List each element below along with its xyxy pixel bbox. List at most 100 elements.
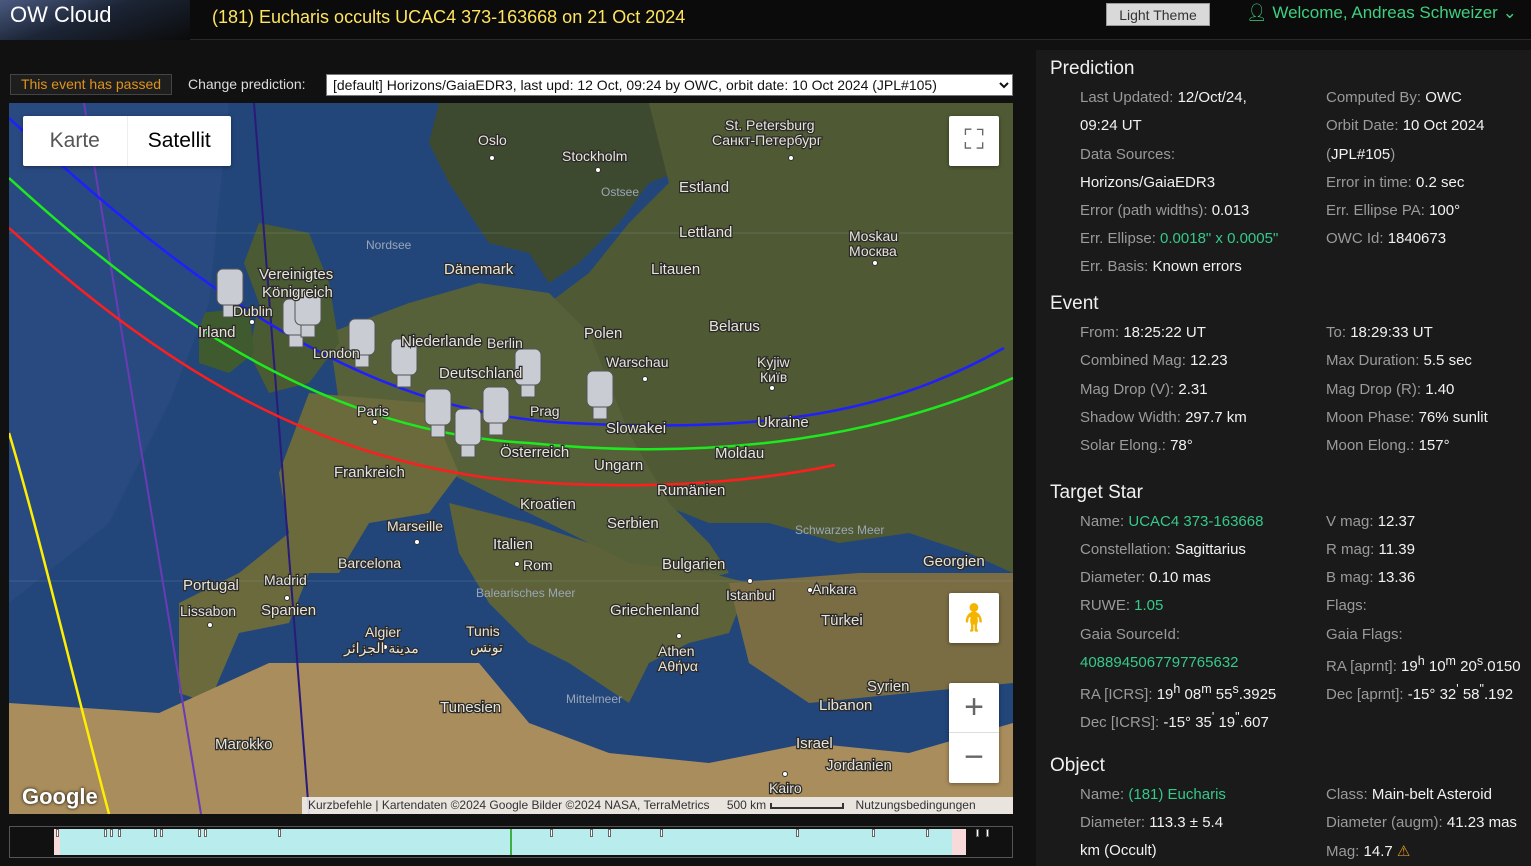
data-sources-row: Data Sources: — [1080, 146, 1175, 163]
error-path-value: 0.013 — [1211, 202, 1250, 219]
ra-aprnt-row: RA [aprnt]: 19h 10m 20s.0150 — [1326, 654, 1521, 675]
timeline-tick[interactable] — [56, 829, 59, 837]
timeline-tick[interactable] — [278, 829, 281, 837]
map-label: Österreich — [500, 443, 569, 461]
map-label: Warschau — [606, 354, 669, 370]
ra-icrs-row: RA [ICRS]: 19h 08m 55s.3925 — [1080, 682, 1276, 703]
map-label: تونس — [470, 639, 503, 656]
timeline-tick[interactable] — [872, 829, 875, 837]
timeline-tick[interactable] — [986, 829, 989, 837]
err-basis-row: Err. Basis: Known errors — [1080, 258, 1242, 275]
welcome-text: Welcome, Andreas Schweizer — [1272, 3, 1498, 22]
ellipse-pa-row: Err. Ellipse PA: 100° — [1326, 202, 1460, 219]
orbit-jpl-link[interactable]: JPL#105 — [1331, 146, 1390, 163]
terms-link[interactable]: Nutzungsbedingungen — [856, 798, 976, 812]
map-label: Syrien — [867, 678, 910, 695]
map-label: Oslo — [478, 132, 507, 148]
section-title-target-star: Target Star — [1050, 482, 1143, 503]
map-label: Prag — [530, 403, 560, 419]
map-label: Berlin — [487, 335, 523, 351]
error-time-label: Error in time: — [1326, 174, 1412, 191]
map-type-karte-button[interactable]: Karte — [23, 116, 127, 166]
map-label: Deutschland — [439, 365, 522, 382]
timeline-tick[interactable] — [160, 829, 163, 837]
timeline-margin-right — [952, 829, 966, 855]
star-bmag-row: B mag: 13.36 — [1326, 569, 1415, 586]
map-label: Türkei — [821, 612, 863, 629]
object-name-link[interactable]: (181) Eucharis — [1128, 786, 1226, 803]
pegman-icon: 🧍︎ — [956, 602, 992, 633]
combined-mag-label: Combined Mag: — [1080, 352, 1186, 369]
star-constellation-label: Constellation: — [1080, 541, 1171, 558]
timeline-tick[interactable] — [204, 829, 207, 837]
last-updated-value: 12/Oct/24, — [1177, 89, 1247, 106]
star-rmag-label: R mag: — [1326, 541, 1375, 558]
ra-icrs-frac: 3925 — [1242, 686, 1277, 703]
star-ruwe-link[interactable]: 1.05 — [1134, 597, 1163, 614]
error-time-value: 0.2 sec — [1416, 174, 1465, 191]
timeline-tick[interactable] — [104, 829, 107, 837]
light-theme-button[interactable]: Light Theme — [1106, 3, 1210, 26]
map-label: Moskau — [849, 228, 898, 244]
last-updated-time-row: 09:24 UT — [1080, 117, 1142, 134]
ra-aprnt-label: RA [aprnt]: — [1326, 658, 1397, 675]
zoom-in-button[interactable]: + — [949, 683, 999, 733]
timeline-tick[interactable] — [926, 829, 929, 837]
ra-icrs-s: 55 — [1215, 686, 1233, 703]
map-label: Kairo — [769, 780, 802, 796]
map-label: Lissabon — [180, 603, 236, 619]
timeline-tick[interactable] — [976, 829, 979, 837]
star-bmag-value: 13.36 — [1377, 569, 1416, 586]
timeline-tick[interactable] — [110, 829, 113, 837]
dec-aprnt-label: Dec [aprnt]: — [1326, 686, 1404, 703]
data-sources-value: Horizons/GaiaEDR3 — [1080, 174, 1216, 191]
timeline-tick[interactable] — [590, 829, 593, 837]
moon-phase-row: Moon Phase: 76% sunlit — [1326, 409, 1488, 426]
timeline-strip[interactable] — [9, 826, 1013, 858]
max-duration-label: Max Duration: — [1326, 352, 1420, 369]
gaia-flags-label: Gaia Flags: — [1326, 626, 1403, 643]
unit-asec: " — [1479, 682, 1484, 696]
scale-label[interactable]: 500 km — [727, 798, 766, 812]
timeline-current-marker[interactable] — [510, 829, 512, 855]
dec-icrs-row: Dec [ICRS]: -15° 35' 19".607 — [1080, 710, 1269, 731]
timeline-tick[interactable] — [796, 829, 799, 837]
map-view[interactable]: Oslo Stockholm St. Petersburg Санкт-Пете… — [9, 103, 1013, 814]
dec-icrs-s: 19 — [1218, 714, 1236, 731]
map-label: Tunesien — [440, 699, 501, 716]
map-label: Polen — [584, 325, 622, 342]
keyboard-shortcuts-link[interactable]: Kurzbefehle — [308, 798, 372, 812]
timeline-tick[interactable] — [660, 829, 663, 837]
gaia-id-link[interactable]: 4088945067797765632 — [1080, 654, 1239, 671]
prediction-select[interactable]: [default] Horizons/GaiaEDR3, last upd: 1… — [326, 74, 1013, 96]
object-diameter-row: Diameter: 113.3 ± 5.4 — [1080, 814, 1223, 831]
timeline-tick[interactable] — [154, 829, 157, 837]
map-data-credit: Kartendaten ©2024 Google Bilder ©2024 NA… — [381, 798, 710, 812]
timeline-tick[interactable] — [608, 829, 611, 837]
mag-drop-r-label: Mag Drop (R): — [1326, 381, 1422, 398]
user-menu[interactable]: 👤︎ Welcome, Andreas Schweizer ⌄ — [1246, 3, 1517, 23]
map-label: Dänemark — [444, 261, 514, 278]
timeline-tick[interactable] — [118, 829, 121, 837]
dec-aprnt-value: -15° 32' 58".192 — [1407, 682, 1514, 703]
map-label: Italien — [493, 536, 533, 553]
warning-icon[interactable]: ⚠ — [1397, 843, 1410, 860]
timeline-tick[interactable] — [550, 829, 553, 837]
fullscreen-button[interactable]: ⛶ — [949, 116, 999, 166]
gaia-id-row: 4088945067797765632 — [1080, 654, 1239, 671]
mag-drop-r-value: 1.40 — [1425, 381, 1455, 398]
dec-aprnt-s: 58 — [1462, 686, 1480, 703]
map-label: Rom — [523, 557, 553, 573]
ellipse-link[interactable]: 0.0018" x 0.0005" — [1160, 230, 1278, 247]
event-from-row: From: 18:25:22 UT — [1080, 324, 1206, 341]
map-label: Dublin — [233, 303, 273, 319]
app-logo[interactable]: OW Cloud — [0, 0, 190, 40]
zoom-out-button[interactable]: − — [949, 733, 999, 783]
street-view-button[interactable]: 🧍︎ — [949, 593, 999, 643]
map-type-satellite-button[interactable]: Satellit — [126, 116, 232, 166]
timeline-tick[interactable] — [198, 829, 201, 837]
mag-drop-r-row: Mag Drop (R): 1.40 — [1326, 381, 1454, 398]
star-name-link[interactable]: UCAC4 373-163668 — [1128, 513, 1263, 530]
last-updated-time: 09:24 UT — [1080, 117, 1142, 134]
ellipse-pa-value: 100° — [1429, 202, 1461, 219]
